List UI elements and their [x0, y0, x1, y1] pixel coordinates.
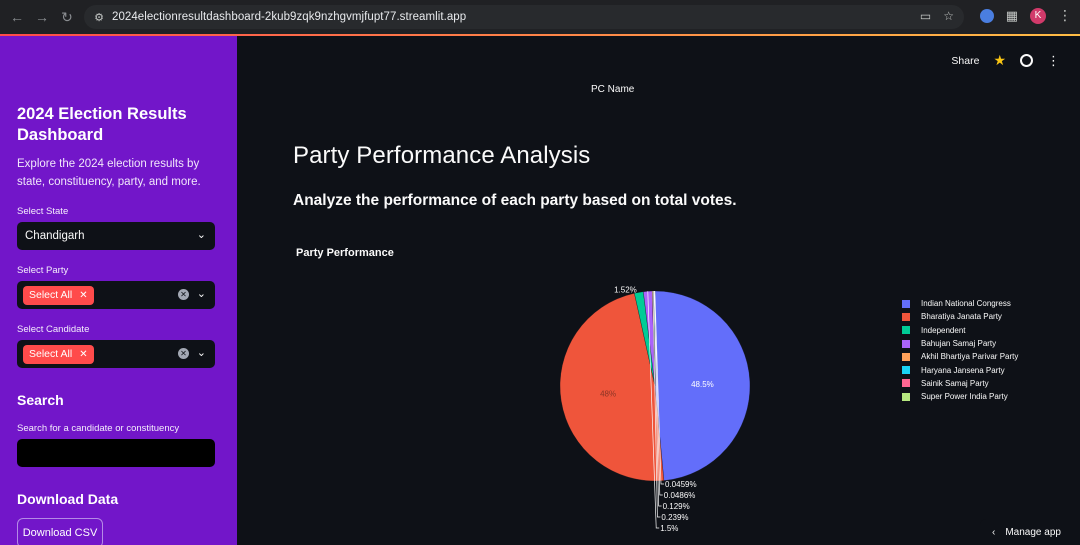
sidebar-title: 2024 Election Results Dashboard [17, 105, 187, 144]
party-tag-label: Select All [29, 289, 73, 301]
remove-tag-icon[interactable]: ✕ [79, 349, 87, 360]
manage-app-button[interactable]: ‹ Manage app [980, 519, 1080, 545]
address-bar[interactable]: ⚙ 2024electionresultdashboard-2kub9zqk9n… [84, 5, 964, 29]
extensions-puzzle-icon[interactable]: ▦ [1006, 8, 1018, 24]
legend-label: Sainik Samaj Party [921, 378, 989, 388]
legend-swatch [902, 312, 910, 321]
url-text: 2024electionresultdashboard-2kub9zqk9nzh… [112, 11, 467, 23]
chart-legend[interactable]: Indian National Congress Bharatiya Janata… [902, 297, 1018, 403]
chevron-left-icon: ‹ [992, 526, 996, 538]
chevron-down-icon[interactable]: ⌄ [197, 287, 206, 300]
sidebar: 2024 Election Results Dashboard Explore … [0, 36, 237, 545]
slice-label-4: 0.239% [661, 513, 688, 522]
pie-chart[interactable]: 48.5% 48% 1.52% 0.0459% 0.0486% 0.129% 0.239% 1… [237, 36, 1080, 545]
slice-label-5: 0.129% [663, 502, 690, 511]
manage-app-label: Manage app [1005, 526, 1061, 538]
legend-item[interactable]: Super Power India Party [902, 390, 1018, 403]
party-tag[interactable]: Select All ✕ [23, 285, 94, 305]
download-heading: Download Data [17, 491, 119, 507]
legend-item[interactable]: Bahujan Samaj Party [902, 337, 1018, 350]
legend-swatch [902, 299, 910, 308]
slice-label-7: 0.0459% [665, 480, 697, 489]
browser-menu-icon[interactable]: ⋮ [1058, 7, 1072, 24]
legend-swatch [902, 366, 910, 375]
remove-tag-icon[interactable]: ✕ [79, 290, 87, 301]
reload-icon[interactable]: ↻ [56, 6, 78, 28]
legend-item[interactable]: Haryana Jansena Party [902, 363, 1018, 376]
slice-label-2: 1.52% [614, 286, 637, 295]
clear-icon[interactable]: ✕ [178, 348, 189, 359]
legend-label: Akhil Bhartiya Parivar Party [921, 352, 1019, 362]
candidate-multiselect[interactable]: Select All ✕ ✕ ⌄ [17, 340, 215, 368]
legend-label: Indian National Congress [921, 299, 1011, 309]
candidate-tag-label: Select All [29, 348, 73, 360]
main-content: Share ★ ⋮ PC Name Party Performance Anal… [237, 36, 1080, 545]
legend-swatch [902, 379, 910, 388]
chevron-down-icon[interactable]: ⌄ [197, 228, 206, 241]
candidate-tag[interactable]: Select All ✕ [23, 344, 94, 364]
clear-icon[interactable]: ✕ [178, 289, 189, 300]
legend-item[interactable]: Independent [902, 324, 1018, 337]
browser-toolbar: ← → ↻ ⚙ 2024electionresultdashboard-2kub… [0, 0, 1080, 34]
install-app-icon[interactable]: ▭ [920, 9, 931, 23]
legend-swatch [902, 339, 910, 348]
slice-label-0: 48.5% [691, 380, 714, 389]
download-csv-button[interactable]: Download CSV [17, 518, 103, 545]
state-select-value: Chandigarh [25, 230, 85, 242]
sidebar-description: Explore the 2024 election results by sta… [17, 158, 201, 188]
state-label: Select State [17, 206, 69, 217]
search-label: Search for a candidate or constituency [17, 423, 180, 434]
bookmark-star-icon[interactable]: ☆ [943, 9, 954, 23]
slice-label-3: 1.5% [660, 524, 678, 533]
slice-label-6: 0.0486% [664, 491, 696, 500]
legend-label: Bahujan Samaj Party [921, 339, 997, 349]
legend-swatch [902, 326, 910, 335]
search-input[interactable] [17, 439, 215, 467]
legend-item[interactable]: Bharatiya Janata Party [902, 310, 1018, 323]
chevron-down-icon[interactable]: ⌄ [197, 346, 206, 359]
legend-item[interactable]: Akhil Bhartiya Parivar Party [902, 350, 1018, 363]
state-select[interactable]: Chandigarh ⌄ [17, 222, 215, 250]
site-settings-icon[interactable]: ⚙ [92, 10, 106, 24]
forward-icon[interactable]: → [31, 6, 53, 28]
party-multiselect[interactable]: Select All ✕ ✕ ⌄ [17, 281, 215, 309]
slice-label-1: 48% [600, 389, 616, 398]
back-icon[interactable]: ← [6, 6, 28, 28]
legend-swatch [902, 352, 910, 361]
search-heading: Search [17, 392, 64, 408]
legend-item[interactable]: Sainik Samaj Party [902, 377, 1018, 390]
legend-label: Super Power India Party [921, 392, 1008, 402]
legend-item[interactable]: Indian National Congress [902, 297, 1018, 310]
legend-label: Independent [921, 325, 966, 335]
party-label: Select Party [17, 265, 69, 276]
extension-icon[interactable] [979, 8, 994, 23]
candidate-label: Select Candidate [17, 324, 90, 335]
legend-label: Haryana Jansena Party [921, 365, 1005, 375]
legend-swatch [902, 392, 910, 401]
profile-avatar[interactable]: K [1030, 7, 1046, 24]
legend-label: Bharatiya Janata Party [921, 312, 1002, 322]
